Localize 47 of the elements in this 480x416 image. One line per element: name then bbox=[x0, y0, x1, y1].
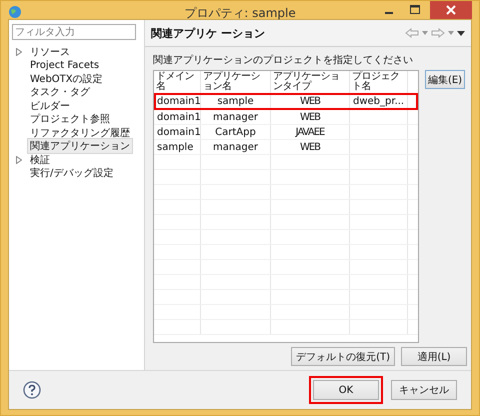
table-row[interactable]: domain1 manager WEB bbox=[154, 110, 418, 125]
help-icon[interactable] bbox=[23, 381, 41, 399]
forward-arrow-icon[interactable] bbox=[431, 28, 445, 38]
table-cell: WEB bbox=[300, 142, 320, 152]
dialog-button[interactable]: OK bbox=[313, 380, 379, 400]
table-cell: dweb_pr... bbox=[353, 96, 404, 106]
tree-item[interactable]: リソース bbox=[27, 44, 73, 60]
tree-item[interactable]: ビルダー bbox=[27, 98, 73, 114]
tree-item[interactable]: 実行/デバッグ設定 bbox=[27, 165, 116, 182]
window-title: プロパティ: sample bbox=[184, 5, 296, 22]
tree-item[interactable]: Project Facets bbox=[27, 58, 102, 72]
view-menu-icon[interactable] bbox=[457, 30, 465, 36]
table-cell: domain1 bbox=[157, 126, 201, 138]
dialog-button[interactable]: キャンセル bbox=[391, 380, 457, 400]
dropdown-caret-icon[interactable] bbox=[422, 31, 428, 35]
edit-button[interactable]: 編集(E) bbox=[425, 70, 465, 89]
tree-item[interactable]: 検証 bbox=[27, 152, 53, 168]
table-cell: CartApp bbox=[215, 126, 256, 138]
table-row[interactable]: sample manager WEB bbox=[154, 140, 418, 155]
table-cell: manager bbox=[213, 142, 258, 152]
table-cell: domain1 bbox=[157, 96, 201, 106]
table-cell: domain1 bbox=[157, 112, 201, 122]
globe-icon bbox=[8, 5, 22, 19]
table-cell: manager bbox=[213, 112, 258, 122]
tree-item[interactable]: タスク・タグ bbox=[27, 84, 93, 100]
dropdown-caret-icon[interactable] bbox=[448, 31, 454, 35]
page-title: 関連アプリケ ーション bbox=[151, 26, 265, 40]
expand-arrow-icon[interactable] bbox=[16, 48, 22, 56]
expand-arrow-icon[interactable] bbox=[16, 156, 22, 164]
table-cell: WEB bbox=[300, 112, 320, 122]
table-cell: WEB bbox=[300, 96, 320, 106]
table-cell: sample bbox=[157, 142, 194, 152]
column-header[interactable]: ドメイン名 bbox=[154, 71, 201, 93]
table-cell: JAVAEE bbox=[296, 126, 324, 138]
back-arrow-icon[interactable] bbox=[405, 28, 419, 38]
page-button[interactable]: デフォルトの復元(T) bbox=[291, 347, 395, 366]
close-icon[interactable] bbox=[430, 1, 472, 19]
tree-item[interactable]: リファクタリング履歴 bbox=[27, 124, 133, 141]
table-row[interactable]: domain1 sample WEB dweb_pr... bbox=[154, 93, 418, 110]
tree-item[interactable]: WebOTXの設定 bbox=[27, 70, 106, 87]
table-cell: sample bbox=[217, 96, 254, 106]
tree-item[interactable]: プロジェクト参照 bbox=[27, 111, 113, 128]
filter-field[interactable]: フィルタ入力 bbox=[12, 24, 136, 40]
page-button[interactable]: 適用(L) bbox=[401, 347, 467, 366]
table-row[interactable]: domain1 CartApp JAVAEE bbox=[154, 125, 418, 140]
description-text: 関連アプリケーションのプロジェクトを指定してください bbox=[153, 54, 414, 67]
tree-item[interactable]: 関連アプリケーション bbox=[27, 138, 133, 154]
